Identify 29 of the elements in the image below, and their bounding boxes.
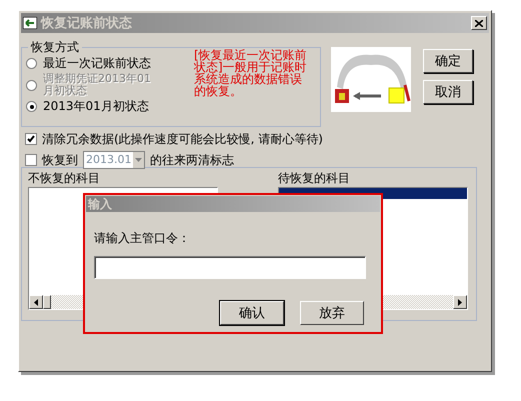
right-arrow-icon: [458, 298, 462, 306]
option-label: 的往来两清标志: [150, 152, 234, 168]
list-label: 不恢复的科目: [28, 170, 101, 187]
checkbox[interactable]: [25, 154, 37, 166]
close-icon: [475, 20, 483, 26]
password-field[interactable]: [94, 256, 366, 279]
radio-label: 2013年01月初状态: [43, 100, 149, 113]
prompt-label: 请输入主管口令：: [94, 230, 190, 247]
dialog-button[interactable]: 确认: [220, 301, 284, 325]
checkbox-label: 清除冗余数据(此操作速度可能会比较慢, 请耐心等待): [42, 130, 323, 148]
radio-label: 最近一次记账前状态: [43, 57, 151, 70]
dialog-button[interactable]: 放弃: [300, 301, 364, 325]
left-arrow-icon: [34, 298, 38, 306]
close-button[interactable]: [471, 16, 487, 30]
dialog-button[interactable]: 取消: [423, 80, 473, 104]
checkbox[interactable]: [25, 133, 37, 145]
group-label: 恢复方式: [28, 39, 82, 56]
list-label: 待恢复的科目: [278, 170, 351, 187]
checkbox-label: 恢复到: [42, 152, 78, 168]
dialog-button[interactable]: 确定: [423, 49, 473, 73]
radio-button[interactable]: [26, 101, 37, 112]
dialog-title: 输入: [86, 196, 380, 212]
scroll-thumb[interactable]: [43, 295, 51, 309]
app-icon: [23, 17, 37, 29]
window-title: 恢复记账前状态: [41, 15, 133, 32]
radio-label: 调整期凭证2013年01月初状态: [43, 73, 152, 97]
caret-icon: [134, 158, 142, 162]
radio-button[interactable]: [26, 58, 37, 69]
note-text: [恢复最近一次记账前状态]一般用于记账时系统造成的数据错误的恢复。: [194, 48, 308, 100]
